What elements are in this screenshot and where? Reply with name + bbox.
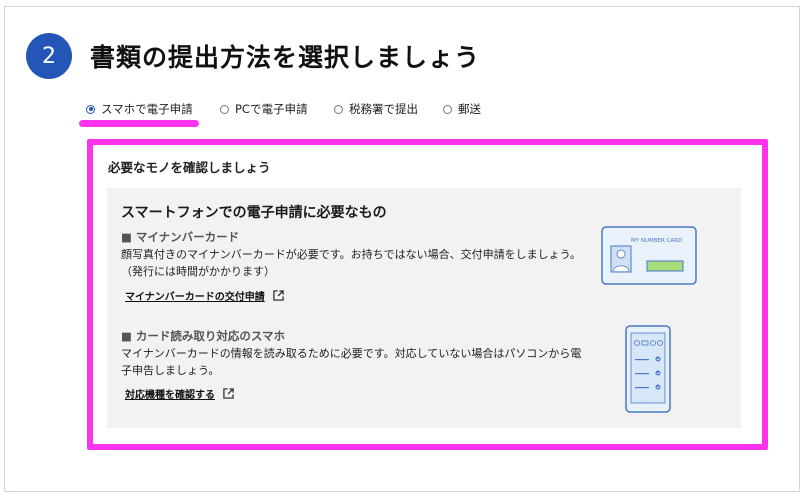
tab-label: 郵送 [458,102,481,116]
tab-label: スマホで電子申請 [101,102,193,116]
link-label: 対応機種を確認する [125,390,215,401]
my-number-card-icon: MY NUMBER CARD [601,226,697,285]
card-heading: 必要なモノを確認しましょう [108,160,271,175]
selected-tab-highlight [79,120,199,127]
radio-icon[interactable] [220,104,229,114]
page-title: 書類の提出方法を選択しましょう [90,43,481,72]
panel-title: スマートフォンでの電子申請に必要なもの [121,205,387,221]
requirement-heading-smartphone: ■ カード読み取り対応のスマホ [121,329,286,343]
card-label: MY NUMBER CARD [631,238,682,244]
external-link-icon [223,388,234,399]
requirement-description: マイナンバーカードの情報を読み取るために必要です。対応していない場合はパソコンか… [121,347,582,377]
tab-smartphone-e-filing[interactable]: スマホで電子申請 [86,101,193,117]
tab-label: PCで電子申請 [235,102,308,116]
my-number-card-application-link[interactable]: マイナンバーカードの交付申請 [125,288,284,303]
step-number-badge: 2 [26,33,72,79]
tab-tax-office[interactable]: 税務署で提出 [334,101,418,117]
external-link-icon [273,290,284,301]
link-label: マイナンバーカードの交付申請 [125,292,265,303]
check-supported-devices-link[interactable]: 対応機種を確認する [125,386,234,401]
tab-mail[interactable]: 郵送 [443,101,481,117]
smartphone-icon [625,325,671,413]
tab-pc-e-filing[interactable]: PCで電子申請 [220,101,307,117]
radio-icon[interactable] [334,104,343,114]
tab-label: 税務署で提出 [349,102,418,116]
requirements-panel: スマートフォンでの電子申請に必要なもの ■ マイナンバーカード 顔写真付きのマイ… [107,188,741,428]
radio-icon[interactable] [443,104,452,114]
requirement-description: 顔写真付きのマイナンバーカードが必要です。お持ちではない場合、交付申請をしましょ… [121,248,582,278]
step-number: 2 [42,43,56,69]
requirement-heading-my-number-card: ■ マイナンバーカード [121,230,240,244]
radio-selected-icon[interactable] [86,104,95,114]
